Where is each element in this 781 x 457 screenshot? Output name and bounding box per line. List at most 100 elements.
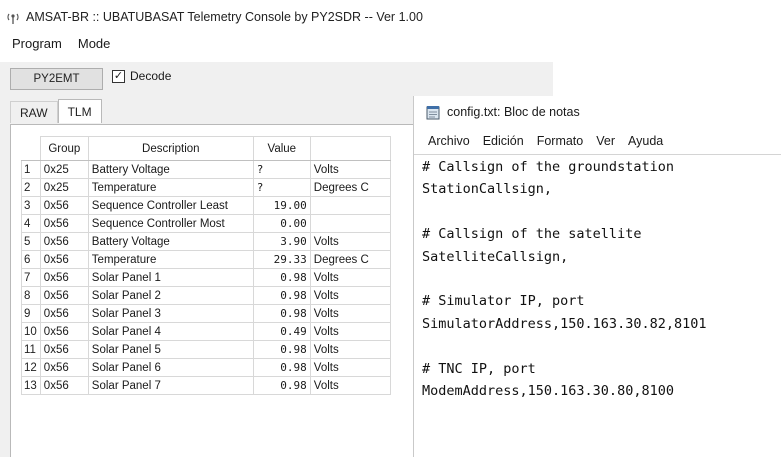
cell-description: Solar Panel 4 bbox=[87, 322, 254, 341]
row-number: 10 bbox=[21, 322, 41, 341]
checkbox-checked-icon[interactable]: ✓ bbox=[112, 69, 125, 83]
cell-value: 0.98 bbox=[252, 376, 311, 395]
text-line bbox=[422, 335, 781, 357]
cell-value: 0.98 bbox=[252, 340, 311, 359]
text-line bbox=[422, 201, 781, 223]
cell-group: 0x56 bbox=[39, 196, 89, 215]
cell-description: Solar Panel 3 bbox=[87, 304, 254, 323]
table-row[interactable]: 11 0x56 Solar Panel 5 0.98 Volts bbox=[21, 340, 391, 359]
row-number: 9 bbox=[21, 304, 41, 323]
cell-unit: Volts bbox=[309, 160, 391, 179]
decode-checkbox[interactable]: ✓ Decode bbox=[112, 69, 171, 83]
cell-description: Sequence Controller Most bbox=[87, 214, 254, 233]
cell-unit: Volts bbox=[309, 322, 391, 341]
telemetry-table: Group Description Value 1 0x25 Battery Vol… bbox=[21, 136, 391, 395]
cell-group: 0x56 bbox=[39, 322, 89, 341]
cell-unit: Volts bbox=[309, 286, 391, 305]
row-number: 5 bbox=[21, 232, 41, 251]
cell-value: ? bbox=[252, 178, 311, 197]
table-row[interactable]: 8 0x56 Solar Panel 2 0.98 Volts bbox=[21, 286, 391, 305]
text-line bbox=[422, 268, 781, 290]
notepad-titlebar: config.txt: Bloc de notas bbox=[426, 102, 580, 122]
cell-group: 0x25 bbox=[39, 160, 89, 179]
table-row[interactable]: 9 0x56 Solar Panel 3 0.98 Volts bbox=[21, 304, 391, 323]
console-title: AMSAT-BR :: UBATUBASAT Telemetry Console… bbox=[26, 10, 423, 24]
table-row[interactable]: 6 0x56 Temperature 29.33 Degrees C bbox=[21, 250, 391, 269]
tab-tlm[interactable]: TLM bbox=[57, 99, 102, 123]
row-number: 13 bbox=[21, 376, 41, 395]
column-header-unit[interactable] bbox=[309, 136, 391, 161]
cell-unit: Degrees C bbox=[309, 250, 391, 269]
notepad-window: config.txt: Bloc de notas Archivo Edició… bbox=[414, 96, 781, 457]
callsign-button[interactable]: PY2EMT bbox=[10, 68, 103, 90]
table-row[interactable]: 10 0x56 Solar Panel 4 0.49 Volts bbox=[21, 322, 391, 341]
table-row[interactable]: 7 0x56 Solar Panel 1 0.98 Volts bbox=[21, 268, 391, 287]
row-number: 4 bbox=[21, 214, 41, 233]
column-header-description[interactable]: Description bbox=[87, 136, 254, 161]
table-row[interactable]: 1 0x25 Battery Voltage? Volts bbox=[21, 160, 391, 179]
text-line: # Callsign of the groundstation bbox=[422, 159, 674, 175]
cell-group: 0x56 bbox=[39, 304, 89, 323]
cell-group: 0x56 bbox=[39, 232, 89, 251]
table-row[interactable]: 13 0x56 Solar Panel 7 0.98 Volts bbox=[21, 376, 391, 395]
text-line: SatelliteCallsign, bbox=[422, 248, 569, 265]
cell-unit: Volts bbox=[309, 304, 391, 323]
notepad-title: config.txt: Bloc de notas bbox=[447, 105, 580, 119]
cell-value: 0.98 bbox=[252, 286, 311, 305]
cell-group: 0x56 bbox=[39, 376, 89, 395]
cell-unit: Degrees C bbox=[309, 178, 391, 197]
notepad-text-area[interactable]: # Callsign of the groundstation StationCa… bbox=[414, 154, 781, 457]
column-header-group[interactable]: Group bbox=[39, 136, 89, 161]
notepad-icon bbox=[426, 105, 440, 119]
menu-ver[interactable]: Ver bbox=[596, 134, 615, 148]
cell-unit: Volts bbox=[309, 268, 391, 287]
cell-value: 0.98 bbox=[252, 268, 311, 287]
console-titlebar: AMSAT-BR :: UBATUBASAT Telemetry Console… bbox=[6, 6, 423, 28]
cell-description: Sequence Controller Least bbox=[87, 196, 254, 215]
column-header-value[interactable]: Value bbox=[252, 136, 311, 161]
tab-raw[interactable]: RAW bbox=[10, 101, 58, 123]
telemetry-grid-area: Group Description Value 1 0x25 Battery Vol… bbox=[10, 124, 418, 457]
console-toolbar: PY2EMT ✓ Decode bbox=[0, 62, 553, 96]
row-number: 11 bbox=[21, 340, 41, 359]
menu-edicion[interactable]: Edición bbox=[483, 134, 524, 148]
menu-formato[interactable]: Formato bbox=[537, 134, 584, 148]
cell-description: Temperature bbox=[87, 178, 254, 197]
cell-value: 0.98 bbox=[252, 358, 311, 377]
cell-description: Solar Panel 6 bbox=[87, 358, 254, 377]
cell-group: 0x56 bbox=[39, 358, 89, 377]
text-line: StationCallsign, bbox=[422, 181, 553, 198]
cell-value: 29.33 bbox=[252, 250, 311, 269]
menu-program[interactable]: Program bbox=[12, 36, 62, 56]
text-line: SimulatorAddress,150.163.30.82,8101 bbox=[422, 315, 707, 332]
row-number: 8 bbox=[21, 286, 41, 305]
cell-unit: Volts bbox=[309, 232, 391, 251]
notepad-menubar: Archivo Edición Formato Ver Ayuda bbox=[428, 134, 663, 148]
cell-description: Solar Panel 1 bbox=[87, 268, 254, 287]
cell-unit bbox=[309, 214, 391, 233]
menu-archivo[interactable]: Archivo bbox=[428, 134, 470, 148]
row-number: 3 bbox=[21, 196, 41, 215]
cell-group: 0x56 bbox=[39, 214, 89, 233]
row-number: 2 bbox=[21, 178, 41, 197]
table-row[interactable]: 5 0x56 Battery Voltage 3.90 Volts bbox=[21, 232, 391, 251]
table-header-row: Group Description Value bbox=[21, 136, 391, 161]
menu-mode[interactable]: Mode bbox=[78, 36, 111, 56]
row-number-header bbox=[21, 136, 41, 161]
cell-group: 0x25 bbox=[39, 178, 89, 197]
console-menubar: Program Mode bbox=[12, 36, 110, 56]
table-row[interactable]: 2 0x25 Temperature? Degrees C bbox=[21, 178, 391, 197]
cell-unit: Volts bbox=[309, 340, 391, 359]
menu-ayuda[interactable]: Ayuda bbox=[628, 134, 663, 148]
table-row[interactable]: 4 0x56 Sequence Controller Most 0.00 bbox=[21, 214, 391, 233]
cell-unit: Volts bbox=[309, 376, 391, 395]
table-row[interactable]: 12 0x56 Solar Panel 6 0.98 Volts bbox=[21, 358, 391, 377]
cell-description: Battery Voltage bbox=[87, 160, 254, 179]
cell-value: 0.00 bbox=[252, 214, 311, 233]
text-line: # Simulator IP, port bbox=[422, 293, 585, 310]
row-number: 6 bbox=[21, 250, 41, 269]
cell-description: Solar Panel 2 bbox=[87, 286, 254, 305]
cell-description: Solar Panel 7 bbox=[87, 376, 254, 395]
cell-unit bbox=[309, 196, 391, 215]
table-row[interactable]: 3 0x56 Sequence Controller Least 19.00 bbox=[21, 196, 391, 215]
